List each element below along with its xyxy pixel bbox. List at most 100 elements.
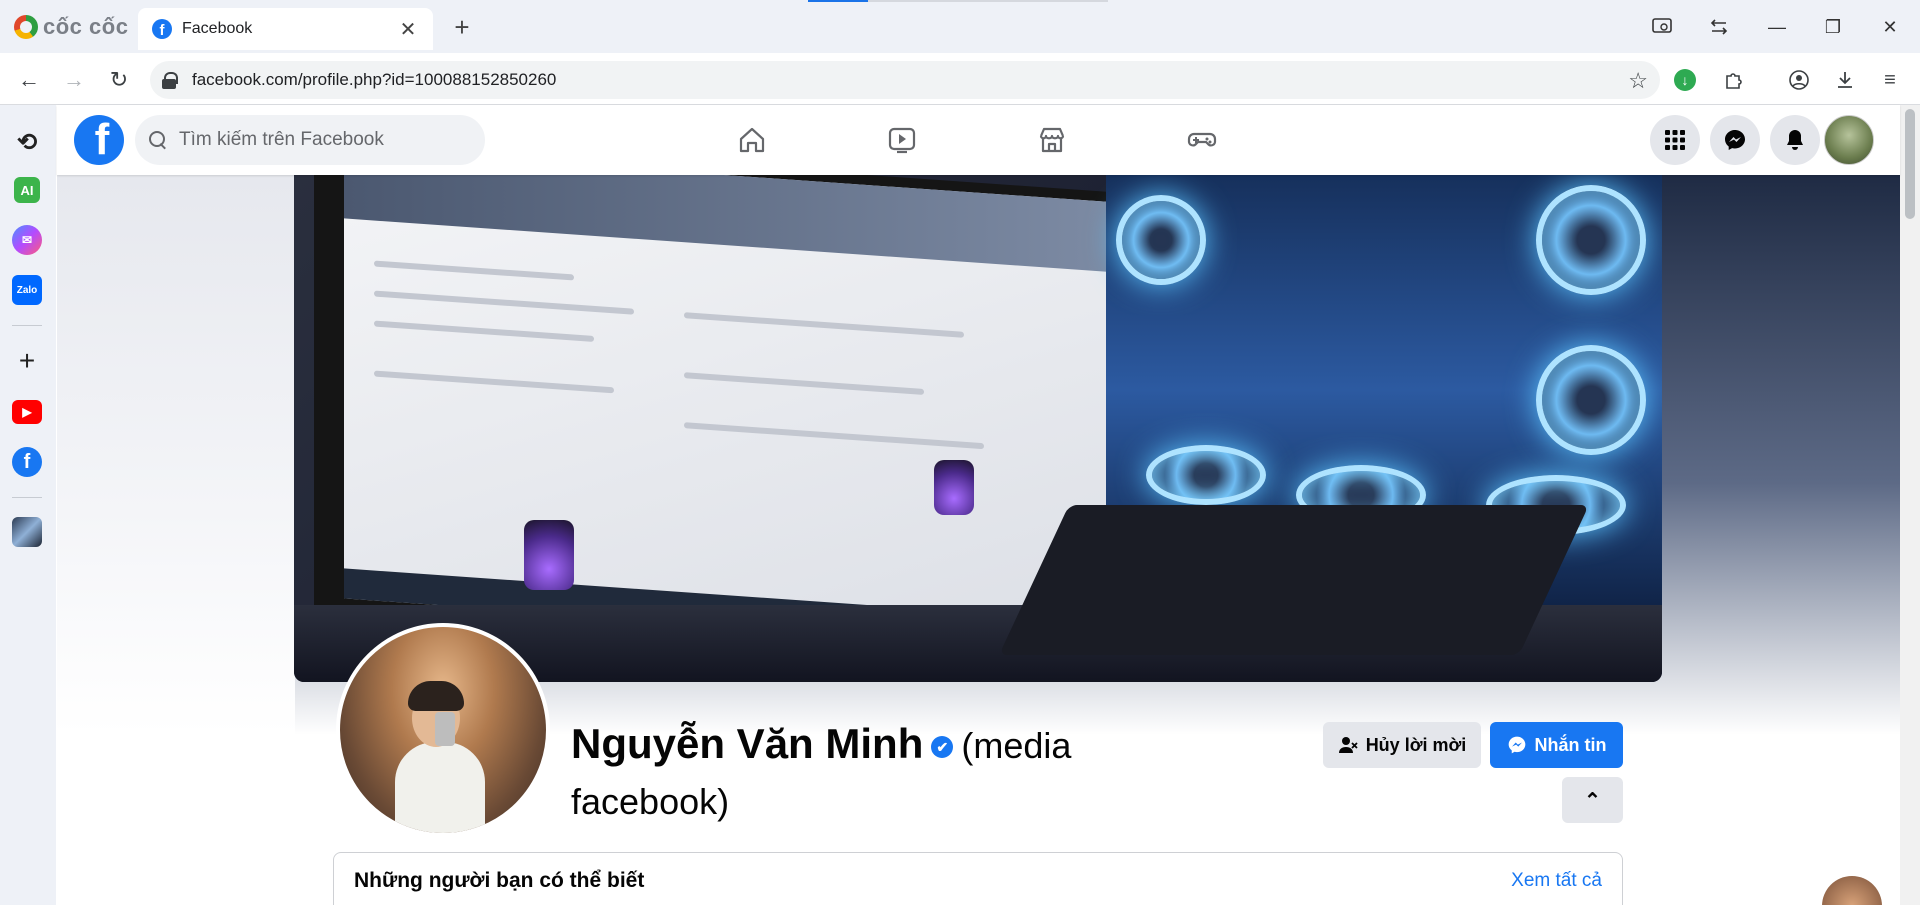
nav-video[interactable]: [837, 115, 967, 165]
facebook-icon[interactable]: f: [12, 447, 42, 477]
bookmark-star-icon[interactable]: ☆: [1628, 68, 1648, 94]
cover-fan: [1536, 345, 1646, 455]
message-label: Nhắn tin: [1534, 734, 1607, 755]
browser-logo: cốc cốc: [14, 14, 128, 40]
search-input[interactable]: [179, 129, 459, 151]
tab-facebook[interactable]: f Facebook ✕: [138, 8, 433, 50]
cover-screen-line: [374, 290, 634, 315]
sidebar-divider: [12, 497, 42, 498]
ai-icon[interactable]: AI: [14, 177, 40, 203]
extensions-button[interactable]: [1717, 63, 1751, 97]
sync-arrows-icon: [1710, 19, 1728, 35]
cover-screen-line: [374, 370, 614, 394]
messenger-icon[interactable]: ✉: [12, 225, 42, 255]
scrollbar-thumb[interactable]: [1905, 109, 1915, 219]
nav-marketplace[interactable]: [987, 115, 1117, 165]
cover-screen-line: [684, 422, 984, 450]
profile-picture-detail: [408, 681, 464, 711]
download-status-button[interactable]: ↓: [1668, 63, 1702, 97]
cover-photo[interactable]: [294, 175, 1662, 682]
chat-head-avatar[interactable]: [1822, 876, 1882, 905]
minimize-button[interactable]: —: [1757, 10, 1797, 44]
cancel-friend-request-button[interactable]: Hủy lời mời: [1323, 722, 1481, 768]
nav-gaming[interactable]: [1137, 115, 1267, 165]
home-icon: [739, 127, 765, 153]
cover-backdrop-left: [57, 175, 295, 735]
cover-speaker: [934, 460, 974, 515]
verified-badge-icon: ✔: [931, 736, 954, 758]
screen-capture-button[interactable]: [1642, 10, 1682, 44]
marketplace-icon: [1039, 127, 1065, 153]
profile-picture-detail: [395, 742, 485, 833]
close-window-button[interactable]: ✕: [1870, 10, 1910, 44]
bell-icon: [1787, 130, 1803, 150]
wallpaper-thumbnail[interactable]: [12, 517, 42, 547]
collapse-button[interactable]: ⌃: [1562, 777, 1623, 823]
cover-screen-line: [684, 312, 964, 338]
address-bar[interactable]: facebook.com/profile.php?id=100088152850…: [150, 61, 1660, 99]
search-icon: [149, 131, 167, 149]
screen-capture-icon: [1652, 18, 1672, 33]
download-arrow-icon: ↓: [1674, 69, 1696, 91]
sidebar-divider: [12, 325, 42, 326]
person-icon: [1338, 737, 1358, 753]
forward-button[interactable]: →: [57, 63, 91, 97]
youtube-icon[interactable]: ▶: [12, 400, 42, 424]
chevron-up-icon: ⌃: [1584, 789, 1601, 812]
cover-fan: [1536, 185, 1646, 295]
zalo-icon[interactable]: Zalo: [12, 275, 42, 305]
cover-screen-line: [374, 260, 574, 281]
lock-icon: [162, 72, 178, 89]
loading-track: [868, 0, 1108, 2]
cover-screen-header: [344, 175, 1114, 273]
browser-sidebar: ⟲ AI ✉ Zalo + ▶ f: [0, 105, 56, 905]
restore-button[interactable]: ❐: [1813, 10, 1853, 44]
downloads-button[interactable]: [1828, 63, 1862, 97]
loading-indicator: [808, 0, 868, 2]
add-icon[interactable]: +: [12, 345, 42, 376]
account-avatar[interactable]: [1824, 115, 1874, 165]
grid-icon: [1665, 130, 1685, 150]
cover-fan: [1146, 445, 1266, 505]
messenger-button[interactable]: [1710, 115, 1760, 165]
url-text: facebook.com/profile.php?id=100088152850…: [192, 70, 557, 89]
download-icon: [1838, 72, 1852, 88]
messenger-icon: [1725, 130, 1745, 150]
browser-toolbar: ← → ↻ facebook.com/profile.php?id=100088…: [0, 53, 1920, 105]
cover-fan: [1116, 195, 1206, 285]
profile-button[interactable]: [1782, 63, 1816, 97]
back-button[interactable]: ←: [12, 63, 46, 97]
coccoc-logo-icon: [14, 15, 38, 39]
facebook-search[interactable]: [135, 115, 485, 165]
tab-search-button[interactable]: [1699, 10, 1739, 44]
see-all-link[interactable]: Xem tất cả: [1511, 870, 1602, 892]
browser-tab-bar: cốc cốc f Facebook ✕ + — ❐ ✕: [0, 0, 1920, 53]
tab-close-icon[interactable]: ✕: [397, 17, 419, 42]
cover-screen-line: [684, 372, 924, 395]
reload-button[interactable]: ↻: [102, 63, 136, 97]
facebook-favicon-icon: f: [152, 19, 172, 39]
notifications-button[interactable]: [1770, 115, 1820, 165]
cancel-friend-request-label: Hủy lời mời: [1365, 734, 1467, 755]
profile-name-block: Nguyễn Văn Minh ✔ (media facebook): [571, 720, 1091, 834]
cover-keyboard: [999, 505, 1589, 655]
new-tab-button[interactable]: +: [447, 12, 477, 42]
puzzle-icon: [1726, 73, 1742, 89]
message-button[interactable]: Nhắn tin: [1490, 722, 1623, 768]
video-icon: [888, 127, 916, 154]
profile-name: Nguyễn Văn Minh: [571, 720, 924, 767]
people-you-may-know-title: Những người bạn có thể biết: [354, 869, 645, 892]
facebook-logo-icon[interactable]: f: [74, 115, 124, 165]
profile-picture[interactable]: [336, 623, 550, 837]
menu-button[interactable]: ≡: [1873, 63, 1907, 97]
nav-home[interactable]: [687, 115, 817, 165]
page-scrollbar[interactable]: [1900, 105, 1920, 905]
history-icon[interactable]: ⟲: [12, 127, 42, 157]
menu-grid-button[interactable]: [1650, 115, 1700, 165]
browser-brand-text: cốc cốc: [43, 14, 129, 39]
profile-picture-detail: [435, 712, 455, 746]
account-circle-icon: [1789, 70, 1809, 90]
facebook-header: f: [57, 105, 1900, 175]
cover-screen-line: [374, 320, 594, 342]
tab-title: Facebook: [182, 20, 253, 37]
